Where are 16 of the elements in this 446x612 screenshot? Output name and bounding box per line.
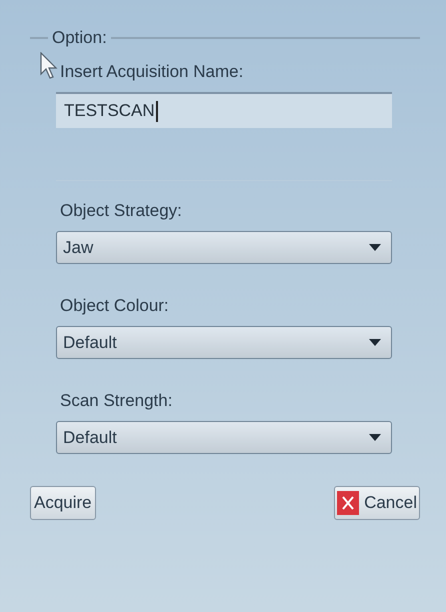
- dropdown[interactable]: Default: [56, 421, 392, 454]
- cancel-button[interactable]: Cancel: [334, 486, 420, 520]
- mouse-pointer-icon: [40, 52, 58, 80]
- dropdown[interactable]: Default: [56, 326, 392, 359]
- dropdown[interactable]: Jaw: [56, 231, 392, 264]
- field-label: Object Colour:: [60, 296, 169, 316]
- field-label: Object Strategy:: [60, 201, 182, 221]
- field-label: Scan Strength:: [60, 391, 172, 411]
- caret-icon: [369, 339, 381, 346]
- close-icon: [337, 491, 360, 515]
- caret-icon: [369, 434, 381, 441]
- caret-icon: [369, 244, 381, 251]
- name-input[interactable]: TESTSCAN: [56, 92, 392, 128]
- field-label: Insert Acquisition Name:: [60, 62, 244, 82]
- group-title: Option:: [52, 28, 107, 48]
- acquire-button[interactable]: Acquire: [30, 486, 96, 520]
